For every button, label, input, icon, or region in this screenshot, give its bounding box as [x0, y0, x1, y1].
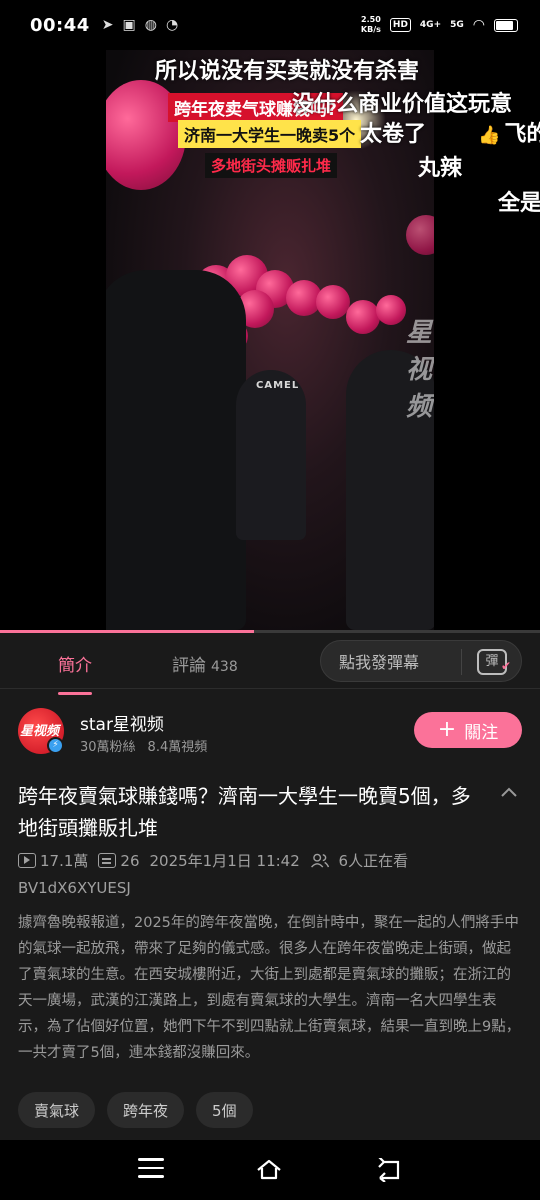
video-headline-2: 济南一大学生一晚卖5个 [178, 120, 362, 148]
thumbs-up-icon: 👍 [478, 125, 501, 146]
danmaku-toggle-icon[interactable]: 彈 ✔ [477, 649, 511, 675]
uploader-stats: 30萬粉絲 8.4萬視頻 [80, 740, 208, 755]
plus-icon: + [437, 717, 457, 742]
danmaku-line: 没什么商业价值这玩意 [292, 92, 513, 117]
danmaku-count: 26 [98, 852, 140, 870]
uploader-name[interactable]: star星视频 [80, 710, 164, 735]
danmaku-line: 全是 [498, 191, 540, 216]
watching-now: 6人正在看 [310, 850, 408, 871]
telegram-icon: ➤ [101, 17, 114, 33]
video-player[interactable]: CAMEL 星视频 所以说没有买卖就没有杀害 跨年夜卖气球赚钱吗? 没什么商业价… [0, 50, 540, 630]
video-meta: 17.1萬 26 2025年1月1日 11:42 6人正在看 [18, 850, 528, 871]
app-icon: ▣ [122, 17, 136, 33]
comments-count: 438 [211, 659, 238, 675]
play-count-icon [18, 853, 36, 868]
danmaku-line: 所以说没有买卖就没有杀害 [155, 59, 420, 84]
danmaku-line: 丸辣 [418, 156, 463, 181]
tag-item[interactable]: 賣氣球 [18, 1092, 96, 1128]
danmaku-count-icon [98, 852, 117, 868]
jacket-logo: CAMEL [256, 380, 300, 391]
danmaku-input[interactable]: 點我發彈幕 彈 ✔ [320, 640, 522, 682]
menu-icon[interactable] [138, 1158, 164, 1182]
notification-icons: ➤ ▣ ◍ ◔ [102, 17, 178, 33]
signal-5g-icon: 5G [450, 20, 464, 30]
status-bar: 00:44 ➤ ▣ ◍ ◔ 2.50 KB/s HD 4G+ 5G ◠ [0, 0, 540, 50]
tab-comments[interactable]: 評論 438 [172, 651, 238, 676]
tag-list: 賣氣球 跨年夜 5個 [18, 1092, 253, 1128]
danmaku-line: 👍 飞的 [478, 122, 540, 147]
video-watermark: 星视频 [406, 318, 433, 422]
uploader-section: 星视频 ⚡ star星视频 30萬粉絲 8.4萬視頻 + 關注 [0, 700, 540, 764]
hd-icon: HD [389, 18, 411, 32]
tag-item[interactable]: 5個 [196, 1092, 253, 1128]
tag-item[interactable]: 跨年夜 [107, 1092, 185, 1128]
wifi-icon: ◠ [472, 17, 485, 33]
follow-button[interactable]: + 關注 [414, 712, 522, 748]
home-icon[interactable] [256, 1158, 282, 1182]
publish-date: 2025年1月1日 11:42 [149, 852, 300, 870]
bvid: BV1dX6XYUESJ [18, 879, 131, 897]
tab-bar: 簡介 評論 438 點我發彈幕 彈 ✔ [0, 633, 540, 695]
people-icon [310, 853, 329, 868]
clock: 00:44 [30, 14, 90, 36]
danmaku-line: 太卷了 [360, 122, 427, 147]
net-speed: 2.50 KB/s [360, 15, 381, 34]
chevron-up-icon[interactable] [500, 784, 518, 802]
qq-icon: ◔ [165, 17, 179, 33]
video-title: 跨年夜賣氣球賺錢嗎？濟南一大學生一晚賣5個，多地街頭攤販扎堆 [18, 784, 471, 840]
wechat-icon: ◍ [144, 17, 157, 33]
video-headline-3: 多地街头摊贩扎堆 [205, 153, 338, 178]
tab-underline [58, 692, 92, 695]
verified-badge-icon: ⚡ [47, 737, 64, 754]
system-nav-bar [0, 1140, 540, 1200]
battery-icon [494, 18, 518, 32]
video-description: 據齊魯晚報報道，2025年的跨年夜當晚，在倒計時中，聚在一起的人們將手中的氣球一… [18, 915, 521, 1061]
tab-intro[interactable]: 簡介 [58, 651, 92, 695]
back-icon[interactable] [376, 1158, 402, 1182]
view-count: 17.1萬 [18, 850, 88, 871]
signal-4g-icon: 4G+ [419, 20, 442, 30]
